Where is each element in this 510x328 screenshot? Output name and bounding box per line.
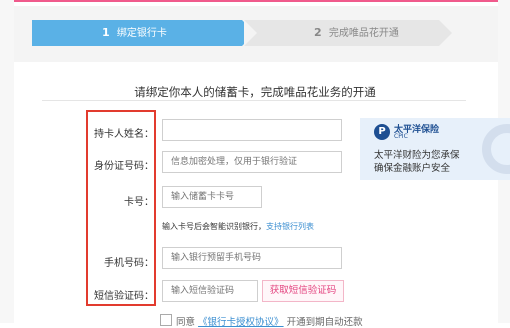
- insurance-promo-banner: P 太平洋保险 CPIC 太平洋财险为您承保 确保金融账户安全: [360, 118, 510, 180]
- cardholder-name-field[interactable]: [162, 119, 342, 141]
- phone-field[interactable]: [162, 247, 342, 269]
- step-label: 绑定银行卡: [116, 28, 167, 39]
- phone-label: 手机号码：: [104, 258, 154, 269]
- card-hint: 输入卡号后会智能识别银行，支持银行列表: [162, 221, 314, 232]
- id-number-field[interactable]: [162, 151, 342, 173]
- cpic-logo-icon: P: [374, 124, 390, 140]
- sms-code-field[interactable]: [162, 280, 258, 302]
- name-label: 持卡人姓名：: [94, 129, 154, 140]
- get-sms-code-button[interactable]: 获取短信验证码: [262, 280, 344, 302]
- top-accent-bar: [0, 0, 510, 2]
- agreement-row: 同意 《银行卡授权协议》 开通到期自动还款: [160, 314, 363, 328]
- promo-line1: 太平洋财险为您承保: [374, 150, 460, 161]
- promo-brand-sub: CPIC: [394, 133, 408, 140]
- left-margin: [0, 0, 14, 323]
- supported-banks-link[interactable]: 支持银行列表: [266, 222, 314, 231]
- agree-checkbox[interactable]: [160, 314, 172, 326]
- step-complete-activation: 2 完成唯品花开通: [244, 20, 452, 46]
- progress-steps: 1 绑定银行卡 2 完成唯品花开通: [14, 6, 498, 62]
- promo-decoration: [482, 124, 510, 174]
- promo-line2: 确保金融账户安全: [374, 163, 451, 174]
- step-number: 2: [314, 26, 322, 39]
- step-bind-card: 1 绑定银行卡: [32, 20, 255, 46]
- intro-text: 请绑定你本人的储蓄卡，完成唯品花业务的开通: [134, 85, 376, 99]
- card-label: 卡号：: [124, 197, 154, 208]
- step-number: 1: [102, 26, 110, 39]
- id-label: 身份证号码：: [94, 161, 154, 172]
- card-number-field[interactable]: [162, 186, 262, 208]
- sms-label: 短信验证码：: [94, 291, 154, 302]
- step-label: 完成唯品花开通: [328, 28, 399, 39]
- card-hint-text: 输入卡号后会智能识别银行，: [162, 222, 266, 231]
- divider: [42, 100, 466, 101]
